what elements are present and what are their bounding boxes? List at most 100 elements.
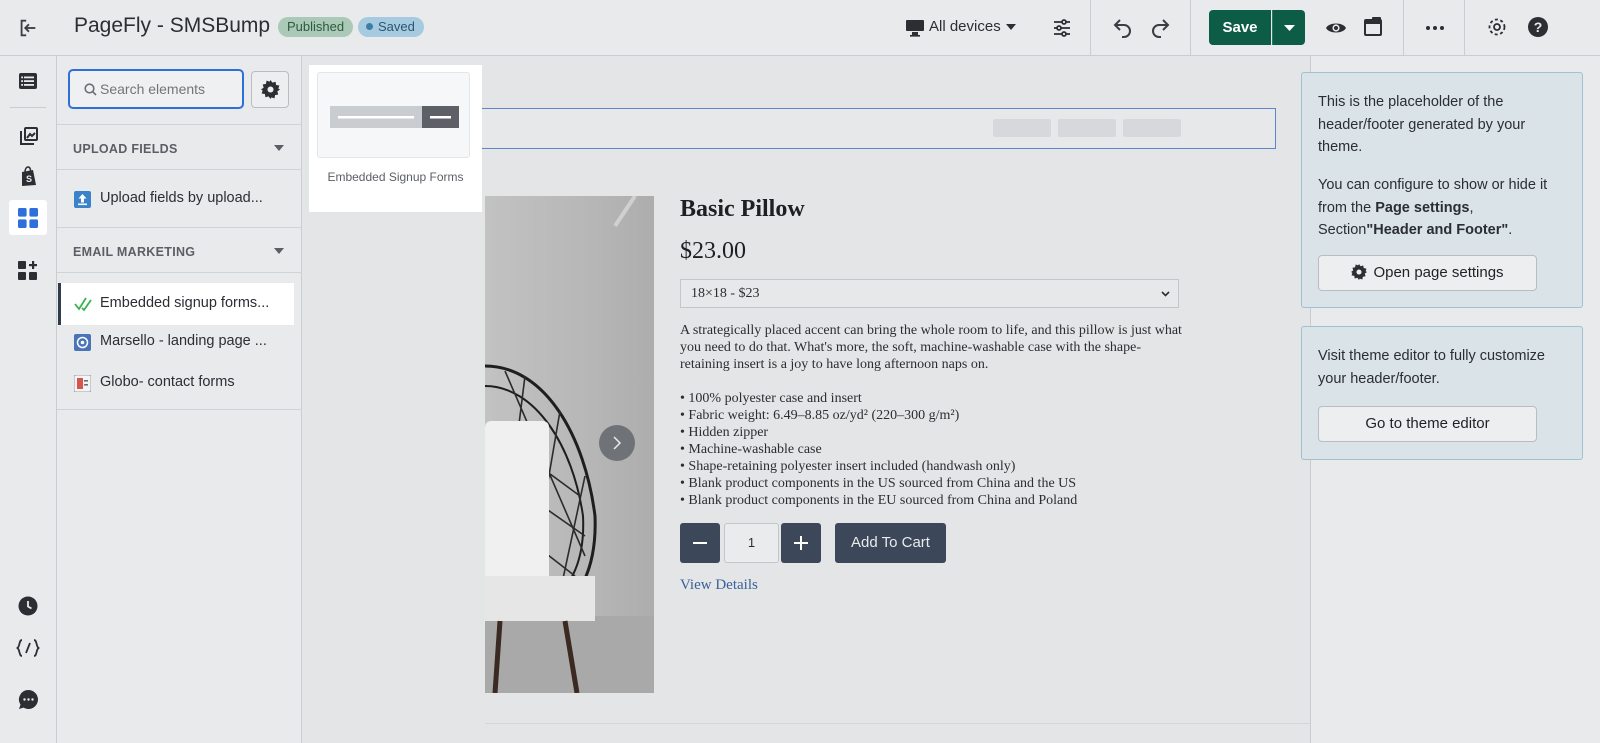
section-email-marketing[interactable]: EMAIL MARKETING xyxy=(57,227,302,273)
elements-panel: UPLOAD FIELDS Upload fields by upload...… xyxy=(57,56,302,743)
feature-item: • Shape-retaining polyester insert inclu… xyxy=(680,459,1016,474)
list-item[interactable]: Upload fields by upload... xyxy=(57,179,302,219)
chevron-down-icon xyxy=(1161,291,1170,297)
more-icon[interactable] xyxy=(1423,16,1447,40)
sliders-icon[interactable] xyxy=(1050,16,1074,40)
section-title: EMAIL MARKETING xyxy=(73,245,196,259)
save-options-button[interactable] xyxy=(1272,10,1305,45)
product-title: Basic Pillow xyxy=(680,196,805,222)
gear-icon xyxy=(1351,264,1368,280)
add-app-icon[interactable] xyxy=(16,259,40,283)
elements-tab[interactable] xyxy=(9,200,47,235)
search-input[interactable] xyxy=(100,79,238,99)
page-title[interactable]: PageFly - SMSBump xyxy=(74,14,270,38)
saved-label: Saved xyxy=(378,19,415,34)
view-details-link[interactable]: View Details xyxy=(680,577,758,594)
svg-text:?: ? xyxy=(1534,19,1543,35)
svg-text:S: S xyxy=(25,174,31,184)
chevron-down-icon xyxy=(1284,25,1295,31)
device-selector[interactable]: All devices xyxy=(929,18,1001,35)
product-price: $23.00 xyxy=(680,238,746,264)
add-to-cart-label: Add To Cart xyxy=(851,534,930,551)
theme-editor-text: Visit theme editor to fully customize yo… xyxy=(1318,348,1545,387)
signup-form-thumbnail-icon xyxy=(330,106,459,128)
quantity-input[interactable]: 1 xyxy=(724,523,779,563)
preview-card-label: Embedded Signup Forms xyxy=(327,170,464,184)
preview-page-icon[interactable] xyxy=(1361,15,1385,39)
header-footer-info-card: This is the placeholder of the header/fo… xyxy=(1301,72,1583,308)
variant-select[interactable]: 18×18 - $23 xyxy=(680,279,1179,308)
rail-divider xyxy=(10,107,46,108)
add-to-cart-button[interactable]: Add To Cart xyxy=(835,523,946,563)
media-icon[interactable] xyxy=(16,124,40,148)
help-icon[interactable]: ? xyxy=(1526,15,1550,39)
feature-item: • Hidden zipper xyxy=(680,425,769,440)
divider xyxy=(1090,0,1091,56)
divider xyxy=(1403,0,1404,56)
page-settings-ref: Page settings xyxy=(1375,199,1470,216)
next-image-button[interactable] xyxy=(599,425,635,461)
list-item-selected[interactable]: Embedded signup forms... xyxy=(58,283,294,325)
quantity-value: 1 xyxy=(747,535,756,550)
feature-item: • Blank product components in the EU sou… xyxy=(680,493,1078,508)
section-upload-fields[interactable]: UPLOAD FIELDS xyxy=(57,124,302,170)
chat-icon[interactable] xyxy=(16,687,40,711)
redo-icon[interactable] xyxy=(1147,14,1173,40)
code-icon[interactable] xyxy=(14,636,42,660)
eye-icon[interactable] xyxy=(1324,16,1348,40)
search-box[interactable] xyxy=(68,69,244,109)
settings-icon[interactable] xyxy=(1485,15,1509,39)
chevron-right-icon xyxy=(613,436,622,450)
preview-thumbnail xyxy=(317,72,470,158)
history-icon[interactable] xyxy=(16,594,40,618)
plus-icon xyxy=(794,536,808,550)
save-button[interactable]: Save xyxy=(1209,10,1271,45)
item-label: Upload fields by upload... xyxy=(100,190,263,206)
marsello-app-icon xyxy=(74,334,91,351)
section-divider xyxy=(57,409,302,410)
upload-app-icon xyxy=(74,191,91,208)
section-title: UPLOAD FIELDS xyxy=(73,142,178,156)
list-item[interactable]: Marsello - landing page ... xyxy=(57,322,302,362)
item-label: Globo- contact forms xyxy=(100,374,235,390)
search-settings-button[interactable] xyxy=(251,71,289,108)
chevron-down-icon xyxy=(274,145,284,151)
feature-item: • Machine-washable case xyxy=(680,442,822,457)
right-panel: This is the placeholder of the header/fo… xyxy=(1301,56,1600,743)
quantity-increase-button[interactable] xyxy=(781,523,821,563)
feature-item: • 100% polyester case and insert xyxy=(680,391,862,406)
configure-text: You can configure to show or hide it fro… xyxy=(1318,174,1568,242)
feature-item: • Blank product components in the US sou… xyxy=(680,476,1077,491)
saved-dot xyxy=(366,23,373,30)
chevron-down-icon xyxy=(274,248,284,254)
search-icon xyxy=(84,83,97,96)
gear-icon xyxy=(261,80,280,99)
quantity-decrease-button[interactable] xyxy=(680,523,720,563)
product-description: A strategically placed accent can bring … xyxy=(680,323,1182,372)
go-to-theme-editor-label: Go to theme editor xyxy=(1365,415,1490,432)
placeholder-block xyxy=(1058,119,1116,137)
element-preview-card[interactable]: Embedded Signup Forms xyxy=(309,65,482,212)
chevron-down-icon[interactable] xyxy=(1004,20,1018,34)
item-label: Embedded signup forms... xyxy=(100,295,270,311)
save-label: Save xyxy=(1222,19,1258,36)
go-to-theme-editor-button[interactable]: Go to theme editor xyxy=(1318,406,1537,442)
layers-icon[interactable] xyxy=(16,69,40,93)
list-item[interactable]: Globo- contact forms xyxy=(57,363,302,403)
divider xyxy=(1464,0,1465,56)
product-features: • 100% polyester case and insert • Fabri… xyxy=(680,390,1190,509)
open-page-settings-button[interactable]: Open page settings xyxy=(1318,255,1537,291)
grid-icon xyxy=(18,208,38,228)
header-placeholder[interactable] xyxy=(482,108,1276,149)
shopify-icon[interactable]: S xyxy=(16,164,40,188)
saved-badge: Saved xyxy=(358,17,424,37)
placeholder-block xyxy=(1123,119,1181,137)
globo-app-icon xyxy=(73,374,92,393)
exit-icon[interactable] xyxy=(16,16,40,40)
left-rail: S xyxy=(0,56,57,743)
divider xyxy=(1190,0,1191,56)
undo-icon[interactable] xyxy=(1110,14,1136,40)
smsbump-app-icon xyxy=(74,296,92,313)
canvas-bottom-strip xyxy=(485,723,1310,743)
info-text: This is the placeholder of the header/fo… xyxy=(1318,94,1526,155)
